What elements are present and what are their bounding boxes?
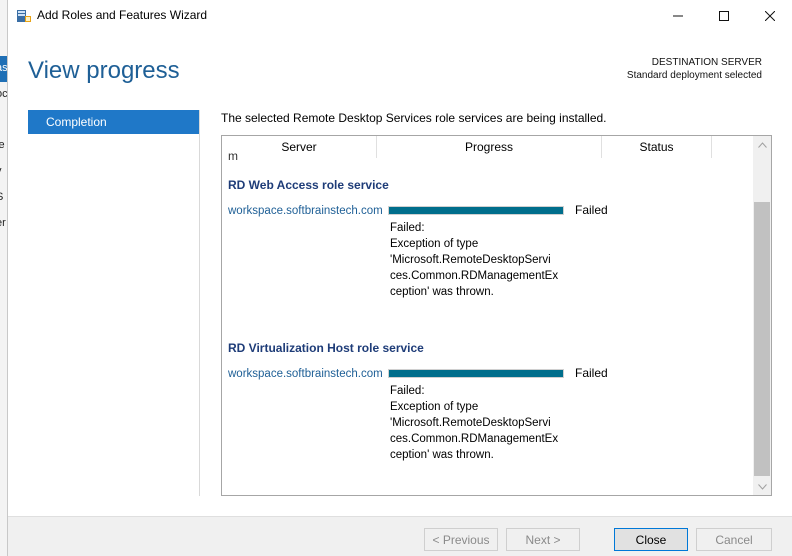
wizard-nav: Completion (28, 110, 200, 496)
progress-list[interactable]: Server Progress Status m RD Web Access r… (221, 135, 772, 496)
error-detail-line: 'Microsoft.RemoteDesktopServi (390, 254, 551, 266)
server-name: workspace.softbrainstech.com (228, 368, 383, 380)
error-detail-line: Failed: (390, 222, 425, 234)
error-detail: Failed: Exception of type 'Microsoft.Rem… (390, 383, 570, 463)
error-detail-line: ces.Common.RDManagementEx (390, 433, 559, 445)
error-detail-line: ces.Common.RDManagementEx (390, 270, 559, 282)
nav-item-completion[interactable]: Completion (28, 110, 199, 134)
progress-bar-fill (389, 207, 563, 214)
column-header-server[interactable]: Server (222, 136, 377, 158)
chevron-down-icon (757, 483, 767, 490)
background-window-fragment: S (0, 191, 3, 203)
background-window-fragment: y (0, 165, 2, 177)
next-button[interactable]: Next > (506, 528, 580, 551)
status-text: Failed (575, 366, 608, 380)
close-icon (765, 11, 775, 21)
scrollbar-thumb[interactable] (754, 202, 770, 476)
chevron-up-icon (757, 141, 767, 148)
progress-bar (388, 369, 564, 378)
error-detail-line: Failed: (390, 385, 425, 397)
window-title: Add Roles and Features Wizard (37, 8, 208, 22)
previous-button[interactable]: < Previous (424, 528, 498, 551)
page-title: View progress (28, 57, 180, 84)
error-detail: Failed: Exception of type 'Microsoft.Rem… (390, 220, 570, 300)
wizard-window: Add Roles and Features Wizard View progr… (8, 0, 792, 556)
maximize-icon (719, 11, 729, 21)
section-title: RD Virtualization Host role service (228, 341, 424, 355)
vertical-scrollbar[interactable] (753, 136, 771, 495)
title-bar[interactable]: Add Roles and Features Wizard (8, 0, 792, 32)
progress-bar (388, 206, 564, 215)
clipped-row-text: m (228, 153, 238, 161)
background-window-fragment: oc (0, 88, 8, 100)
destination-label: DESTINATION SERVER (651, 57, 762, 68)
error-detail-line: ception' was thrown. (390, 449, 494, 461)
error-detail-line: 'Microsoft.RemoteDesktopServi (390, 417, 551, 429)
minimize-icon (673, 15, 683, 17)
server-name: workspace.softbrainstech.com (228, 205, 383, 217)
section-title: RD Web Access role service (228, 178, 389, 192)
minimize-button[interactable] (655, 0, 701, 32)
column-header-progress[interactable]: Progress (377, 136, 602, 158)
column-header-status[interactable]: Status (602, 136, 712, 158)
error-detail-line: Exception of type (390, 238, 479, 250)
maximize-button[interactable] (701, 0, 747, 32)
background-window-fragment: le (0, 139, 5, 151)
scroll-down-button[interactable] (753, 478, 771, 495)
destination-server: DESTINATION SERVER Standard deployment s… (627, 56, 762, 82)
destination-value: Standard deployment selected (626, 70, 762, 81)
close-window-button[interactable] (747, 0, 792, 32)
close-button[interactable]: Close (614, 528, 688, 551)
background-window-fragment: as (0, 62, 8, 74)
intro-text: The selected Remote Desktop Services rol… (221, 111, 607, 125)
error-detail-line: ception' was thrown. (390, 286, 494, 298)
scroll-up-button[interactable] (753, 136, 771, 153)
background-window: as oc l le y S er (0, 0, 8, 556)
background-window-fragment: er (0, 217, 6, 229)
progress-bar-fill (389, 370, 563, 377)
column-header-extra[interactable] (712, 136, 753, 158)
error-detail-line: Exception of type (390, 401, 479, 413)
status-text: Failed (575, 203, 608, 217)
server-manager-icon (17, 10, 31, 22)
column-header-row: Server Progress Status (222, 136, 753, 158)
button-bar: < Previous Next > Close Cancel (8, 516, 792, 556)
cancel-button[interactable]: Cancel (696, 528, 772, 551)
